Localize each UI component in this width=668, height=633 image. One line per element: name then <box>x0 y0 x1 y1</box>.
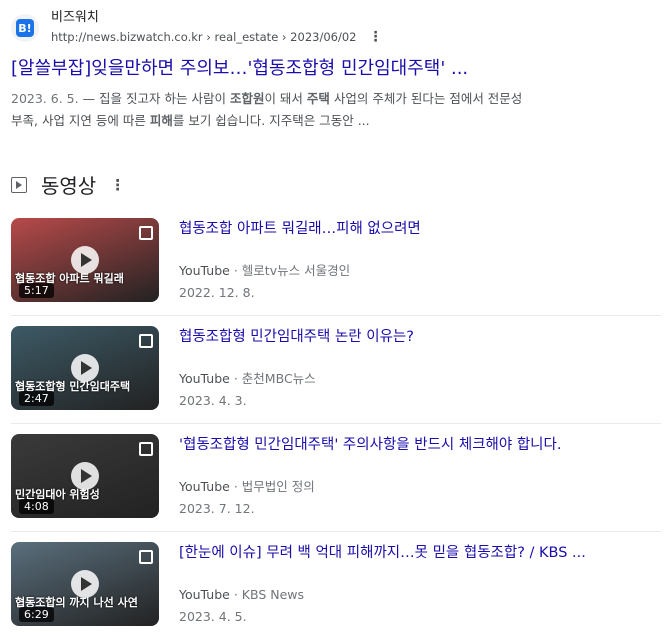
expand-icon[interactable] <box>139 442 153 456</box>
video-date: 2022. 12. 8. <box>179 285 255 300</box>
video-source: YouTube · 법무법인 정의 <box>179 478 315 496</box>
play-icon[interactable] <box>71 570 99 598</box>
video-source: YouTube · 헬로tv뉴스 서울경인 <box>179 262 350 280</box>
bizwatch-logo-icon: B! <box>16 19 34 37</box>
video-divider <box>11 531 661 532</box>
video-platform: YouTube <box>179 587 230 602</box>
play-icon[interactable] <box>71 354 99 382</box>
separator: · <box>233 479 238 494</box>
video-item[interactable]: 민간임대아 위험성 4:08 '협동조합형 민간임대주택' 주의사항을 반드시 … <box>11 434 661 522</box>
video-title-link[interactable]: '협동조합형 민간임대주택' 주의사항을 반드시 체크해야 합니다. <box>179 434 561 456</box>
expand-icon[interactable] <box>139 226 153 240</box>
video-duration: 4:08 <box>19 499 54 514</box>
video-title-link[interactable]: [한눈에 이슈] 무려 백 억대 피해까지…못 믿을 협동조합? / KBS .… <box>179 542 586 564</box>
video-thumbnail[interactable]: 민간임대아 위험성 4:08 <box>11 434 159 518</box>
video-thumbnail[interactable]: 협동조합형 민간임대주택 2:47 <box>11 326 159 410</box>
video-divider <box>11 423 661 424</box>
separator: · <box>233 263 238 278</box>
video-platform: YouTube <box>179 479 230 494</box>
video-item[interactable]: 협동조합 아파트 뭐길래 5:17 협동조합 아파트 뭐길래…피해 없으려면 Y… <box>11 218 661 306</box>
snippet-text: 이 돼서 <box>264 91 307 106</box>
separator: · <box>233 587 238 602</box>
search-result: B! 비즈워치 http://news.bizwatch.co.kr › rea… <box>11 8 651 132</box>
result-snippet: 2023. 6. 5. — 집을 짓고자 하는 사람이 조합원이 돼서 주택 사… <box>11 88 651 132</box>
site-favicon: B! <box>11 14 39 42</box>
video-thumbnail[interactable]: 협동조합 아파트 뭐길래 5:17 <box>11 218 159 302</box>
play-icon[interactable] <box>71 246 99 274</box>
video-item[interactable]: 협동조합의 까지 나선 사연 6:29 [한눈에 이슈] 무려 백 억대 피해까… <box>11 542 661 630</box>
site-name: 비즈워치 <box>51 10 99 25</box>
video-platform: YouTube <box>179 371 230 386</box>
expand-icon[interactable] <box>139 550 153 564</box>
snippet-text: 부족, 사업 지연 등에 따른 <box>11 113 150 128</box>
snippet-highlight: 조합원 <box>229 91 265 106</box>
video-channel: 법무법인 정의 <box>241 479 315 494</box>
video-title-link[interactable]: 협동조합형 민간임대주택 논란 이유는? <box>179 326 414 348</box>
video-thumbnail[interactable]: 협동조합의 까지 나선 사연 6:29 <box>11 542 159 626</box>
video-platform: YouTube <box>179 263 230 278</box>
result-source-row[interactable]: B! 비즈워치 http://news.bizwatch.co.kr › rea… <box>11 8 651 46</box>
video-channel: KBS News <box>241 587 305 602</box>
snippet-text: — 집을 짓고자 하는 사람이 <box>78 91 230 106</box>
url-breadcrumb: › real_estate › 2023/06/02 <box>206 30 357 44</box>
video-date: 2023. 4. 3. <box>179 393 247 408</box>
snippet-text: 를 보기 쉽습니다. 지주택은 그동안 ... <box>172 113 370 128</box>
video-date: 2023. 7. 12. <box>179 501 255 516</box>
result-title-link[interactable]: [알쓸부잡]잊을만하면 주의보…'협동조합형 민간임대주택' ... <box>11 56 651 82</box>
snippet-highlight: 주택 <box>306 91 330 106</box>
video-duration: 2:47 <box>19 391 54 406</box>
separator: · <box>233 371 238 386</box>
video-item[interactable]: 협동조합형 민간임대주택 2:47 협동조합형 민간임대주택 논란 이유는? Y… <box>11 326 661 414</box>
more-options-icon[interactable]: ⋮ <box>368 30 382 44</box>
video-date: 2023. 4. 5. <box>179 609 247 624</box>
expand-icon[interactable] <box>139 334 153 348</box>
snippet-text: 사업의 주체가 된다는 점에서 전문성 <box>329 91 523 106</box>
url-domain: http://news.bizwatch.co.kr <box>51 30 203 44</box>
video-title-link[interactable]: 협동조합 아파트 뭐길래…피해 없으려면 <box>179 218 421 240</box>
videos-section-header: 동영상 ⋮ <box>11 170 125 199</box>
video-divider <box>11 315 661 316</box>
video-channel: 헬로tv뉴스 서울경인 <box>241 263 351 278</box>
snippet-highlight: 피해 <box>149 113 173 128</box>
videos-section-title: 동영상 <box>41 174 97 198</box>
video-duration: 5:17 <box>19 283 54 298</box>
video-channel: 춘천MBC뉴스 <box>241 371 316 386</box>
site-url: http://news.bizwatch.co.kr › real_estate… <box>51 28 382 46</box>
video-source: YouTube · KBS News <box>179 586 304 604</box>
video-section-icon <box>11 176 27 193</box>
play-icon[interactable] <box>71 462 99 490</box>
video-source: YouTube · 춘천MBC뉴스 <box>179 370 316 388</box>
video-duration: 6:29 <box>19 607 54 622</box>
more-options-icon[interactable]: ⋮ <box>110 177 125 192</box>
snippet-date: 2023. 6. 5. <box>11 91 79 106</box>
